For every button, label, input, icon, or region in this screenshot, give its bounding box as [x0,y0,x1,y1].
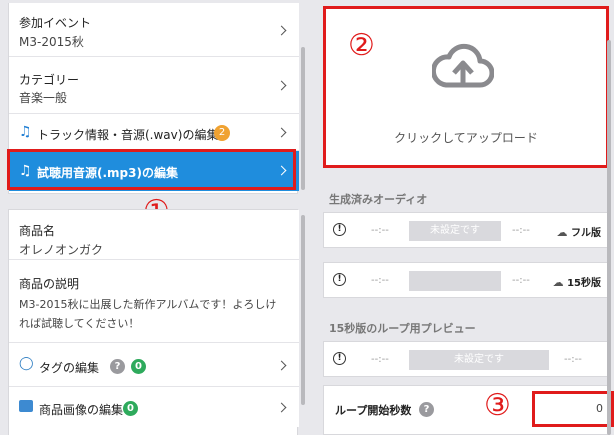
product-name-title: 商品名 [19,224,56,238]
download-full-button[interactable]: ☁ フル版 [557,224,601,239]
trial-audio-label: 試聴用音源(.mp3)の編集 [37,166,178,180]
full-status: 未設定です [409,221,501,241]
chevron-right-icon [276,360,287,371]
track-info-label: トラック情報・音源(.wav)の編集 [37,128,219,142]
product-name-value: オレノオンガク [19,243,104,257]
loop-preview-row: ! --:-- 未設定です --:-- [323,341,609,377]
short-time-end: --:-- [512,275,530,286]
track-count-badge: 2 [214,125,230,141]
loop-preview-heading: 15秒版のループ用プレビュー [329,322,476,335]
tags-label: タグの編集 [39,361,100,375]
info-icon: ! [333,223,346,236]
product-description-line2: れば試聴してください！ [19,317,140,330]
left-scrollbar-bottom[interactable] [301,215,305,405]
cloud-download-icon: ☁ [556,226,568,239]
right-scrollbar[interactable] [607,40,611,435]
help-icon[interactable]: ? [110,359,125,374]
generated-audio-heading: 生成済みオーディオ [329,193,428,206]
tags-row[interactable]: ◯ タグの編集 ? 0 [9,343,299,387]
info-icon: ! [333,273,346,286]
loop-time-end: --:-- [564,354,582,365]
product-card: 商品名 オレノオンガク 商品の説明 M3-2015秋に出展した新作アルバムです！… [8,209,299,435]
trial-audio-row[interactable]: ♫ 試聴用音源(.mp3)の編集 [9,151,299,191]
loop-start-input[interactable]: 0 [532,391,614,427]
chevron-right-icon [276,80,287,91]
images-row[interactable]: 商品画像の編集 0 [9,387,299,427]
tag-icon: ◯ [19,356,34,371]
cloud-download-icon: ☁ [552,276,564,289]
product-description-title: 商品の説明 [19,277,80,291]
short-audio-row: ! --:-- --:-- ☁ 15秒版 [323,262,609,298]
event-settings-card: 参加イベント M3-2015秋 カテゴリー 音楽一般 ♫ トラック情報・音源(.… [8,3,299,194]
full-time-end: --:-- [512,225,530,236]
category-value: 音楽一般 [19,91,68,105]
product-description-row: 商品の説明 M3-2015秋に出展した新作アルバムです！よろしけ れば試聴してく… [9,260,299,343]
music-note-icon: ♫ [19,124,32,140]
event-row[interactable]: 参加イベント M3-2015秋 [9,3,299,57]
product-description-line1: M3-2015秋に出展した新作アルバムです！よろしけ [19,298,277,311]
upload-label: クリックしてアップロード [394,131,538,145]
help-icon[interactable]: ? [419,402,434,417]
settings-panel: 参加イベント M3-2015秋 カテゴリー 音楽一般 ♫ トラック情報・音源(.… [7,0,299,435]
category-title: カテゴリー [19,73,80,87]
full-time-start: --:-- [371,225,389,236]
category-row[interactable]: カテゴリー 音楽一般 [9,57,299,114]
short-status [409,271,501,291]
chevron-right-icon [276,165,287,176]
chevron-right-icon [276,25,287,36]
product-name-row: 商品名 オレノオンガク [9,210,299,260]
tags-count-badge: 0 [131,359,146,374]
full-audio-row: ! --:-- 未設定です --:-- ☁ フル版 [323,212,609,248]
music-note-icon: ♫ [19,163,32,179]
audio-panel: クリックしてアップロード ② 生成済みオーディオ ! --:-- 未設定です -… [318,0,614,435]
images-label: 商品画像の編集 [39,403,124,417]
loop-start-row: ループ開始秒数 ? 0 [323,385,614,435]
chevron-right-icon [276,127,287,138]
download-15s-label: 15秒版 [567,278,601,289]
annotation-3: ③ [484,388,511,423]
event-value: M3-2015秋 [19,35,84,49]
loop-start-label: ループ開始秒数 [335,404,412,417]
loop-status: 未設定です [409,350,549,370]
info-icon: ! [333,352,346,365]
short-time-start: --:-- [371,275,389,286]
left-scrollbar-top[interactable] [301,47,305,190]
cloud-upload-icon [432,43,494,88]
image-icon [19,400,33,412]
event-title: 参加イベント [19,16,92,30]
download-15s-button[interactable]: ☁ 15秒版 [553,274,601,289]
annotation-2: ② [348,28,375,63]
chevron-right-icon [276,402,287,413]
images-count-badge: 0 [123,401,138,416]
track-info-row[interactable]: ♫ トラック情報・音源(.wav)の編集 2 [9,114,299,151]
download-full-label: フル版 [571,228,601,239]
loop-time-start: --:-- [371,354,389,365]
